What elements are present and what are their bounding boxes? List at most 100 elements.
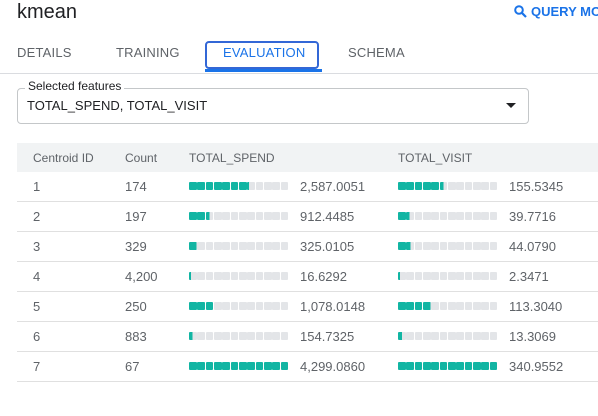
bar-segment bbox=[481, 182, 489, 190]
bar-segment bbox=[398, 332, 406, 340]
bar-segment bbox=[423, 302, 431, 310]
bar-segment bbox=[414, 242, 423, 250]
total-spend-bar bbox=[189, 362, 289, 370]
total-spend-bar bbox=[189, 332, 289, 340]
tab-details[interactable]: DETAILS bbox=[17, 36, 72, 72]
bar-segment bbox=[481, 332, 489, 340]
bar-segment bbox=[464, 332, 473, 340]
bar-segment bbox=[431, 362, 439, 370]
table-row: 4 4,200 16.6292 2.3471 bbox=[17, 262, 598, 292]
bar-segment bbox=[406, 272, 414, 280]
total-spend-value: 325.0105 bbox=[300, 239, 355, 254]
bar-segment bbox=[247, 362, 255, 370]
bar-segment bbox=[448, 242, 456, 250]
bar-segment bbox=[423, 212, 431, 220]
query-model-label: QUERY MO bbox=[531, 4, 598, 19]
selected-features-dropdown[interactable]: TOTAL_SPEND, TOTAL_VISIT bbox=[17, 88, 529, 124]
bar-segment bbox=[398, 362, 406, 370]
bar-segment bbox=[398, 272, 406, 280]
bar-segment bbox=[473, 332, 481, 340]
bar-segment bbox=[255, 362, 264, 370]
table-header: Centroid ID Count TOTAL_SPEND TOTAL_VISI… bbox=[17, 143, 598, 172]
bar-segment bbox=[456, 272, 464, 280]
bar-segment bbox=[239, 182, 247, 190]
bar-segment bbox=[406, 302, 414, 310]
bar-segment bbox=[255, 242, 264, 250]
bar-segment bbox=[272, 272, 280, 280]
bar-segment bbox=[481, 362, 489, 370]
bar-segment bbox=[398, 302, 406, 310]
total-visit-value: 340.9552 bbox=[509, 359, 564, 374]
bar-segment bbox=[272, 212, 280, 220]
bar-segment bbox=[431, 242, 439, 250]
bar-segment bbox=[264, 302, 272, 310]
bar-segment bbox=[272, 302, 280, 310]
total-visit-bar bbox=[398, 242, 498, 250]
total-spend-value: 912.4485 bbox=[300, 209, 355, 224]
bar-segment bbox=[489, 332, 498, 340]
search-icon bbox=[514, 5, 527, 18]
bar-segment bbox=[473, 362, 481, 370]
centroid-count: 883 bbox=[125, 329, 147, 344]
bar-segment bbox=[414, 362, 423, 370]
bar-segment bbox=[398, 212, 406, 220]
tab-evaluation[interactable]: EVALUATION bbox=[223, 36, 305, 72]
bar-segment bbox=[264, 182, 272, 190]
total-visit-bar bbox=[398, 182, 498, 190]
bar-segment bbox=[473, 272, 481, 280]
bar-segment bbox=[448, 332, 456, 340]
bar-segment bbox=[205, 302, 214, 310]
bar-segment bbox=[230, 242, 239, 250]
bar-segment bbox=[247, 272, 255, 280]
bar-segment bbox=[239, 242, 247, 250]
bar-segment bbox=[264, 362, 272, 370]
bar-segment bbox=[481, 272, 489, 280]
bar-segment bbox=[222, 242, 230, 250]
tab-schema[interactable]: SCHEMA bbox=[348, 36, 405, 72]
query-model-button[interactable]: QUERY MO bbox=[514, 4, 598, 19]
bar-segment bbox=[205, 242, 214, 250]
total-spend-value: 154.7325 bbox=[300, 329, 355, 344]
total-spend-value: 1,078.0148 bbox=[300, 299, 366, 314]
centroid-count: 4,200 bbox=[125, 269, 158, 284]
centroid-count: 250 bbox=[125, 299, 147, 314]
bar-segment bbox=[448, 182, 456, 190]
bar-segment bbox=[431, 212, 439, 220]
header-total-visit: TOTAL_VISIT bbox=[398, 151, 473, 165]
bar-segment bbox=[239, 332, 247, 340]
bar-segment bbox=[230, 182, 239, 190]
bar-segment bbox=[247, 302, 255, 310]
bar-segment bbox=[247, 242, 255, 250]
header-centroid-id: Centroid ID bbox=[33, 151, 94, 165]
bar-segment bbox=[439, 212, 448, 220]
bar-segment bbox=[280, 362, 289, 370]
bar-segment bbox=[489, 272, 498, 280]
bar-segment bbox=[439, 362, 448, 370]
bar-segment bbox=[247, 212, 255, 220]
bar-segment bbox=[230, 362, 239, 370]
bar-segment bbox=[481, 212, 489, 220]
bar-segment bbox=[489, 182, 498, 190]
bar-segment bbox=[473, 302, 481, 310]
bar-segment bbox=[264, 272, 272, 280]
table-row: 3 329 325.0105 44.0790 bbox=[17, 232, 598, 262]
tab-training[interactable]: TRAINING bbox=[116, 36, 180, 72]
bar-segment bbox=[448, 212, 456, 220]
table-body: 1 174 2,587.0051 155.5345 2 197 912.4485 39.771… bbox=[17, 172, 598, 382]
bar-segment bbox=[205, 212, 214, 220]
bar-segment bbox=[214, 302, 222, 310]
bar-segment bbox=[205, 332, 214, 340]
total-visit-value: 13.3069 bbox=[509, 329, 556, 344]
bar-segment bbox=[439, 272, 448, 280]
table-row: 7 67 4,299.0860 340.9552 bbox=[17, 352, 598, 382]
table-row: 2 197 912.4485 39.7716 bbox=[17, 202, 598, 232]
bar-segment bbox=[197, 302, 205, 310]
bar-segment bbox=[473, 242, 481, 250]
bar-segment bbox=[439, 242, 448, 250]
bar-segment bbox=[448, 272, 456, 280]
bar-segment bbox=[255, 182, 264, 190]
centroid-table: Centroid ID Count TOTAL_SPEND TOTAL_VISI… bbox=[17, 143, 598, 382]
bar-segment bbox=[431, 302, 439, 310]
total-spend-value: 2,587.0051 bbox=[300, 179, 366, 194]
bar-segment bbox=[272, 182, 280, 190]
